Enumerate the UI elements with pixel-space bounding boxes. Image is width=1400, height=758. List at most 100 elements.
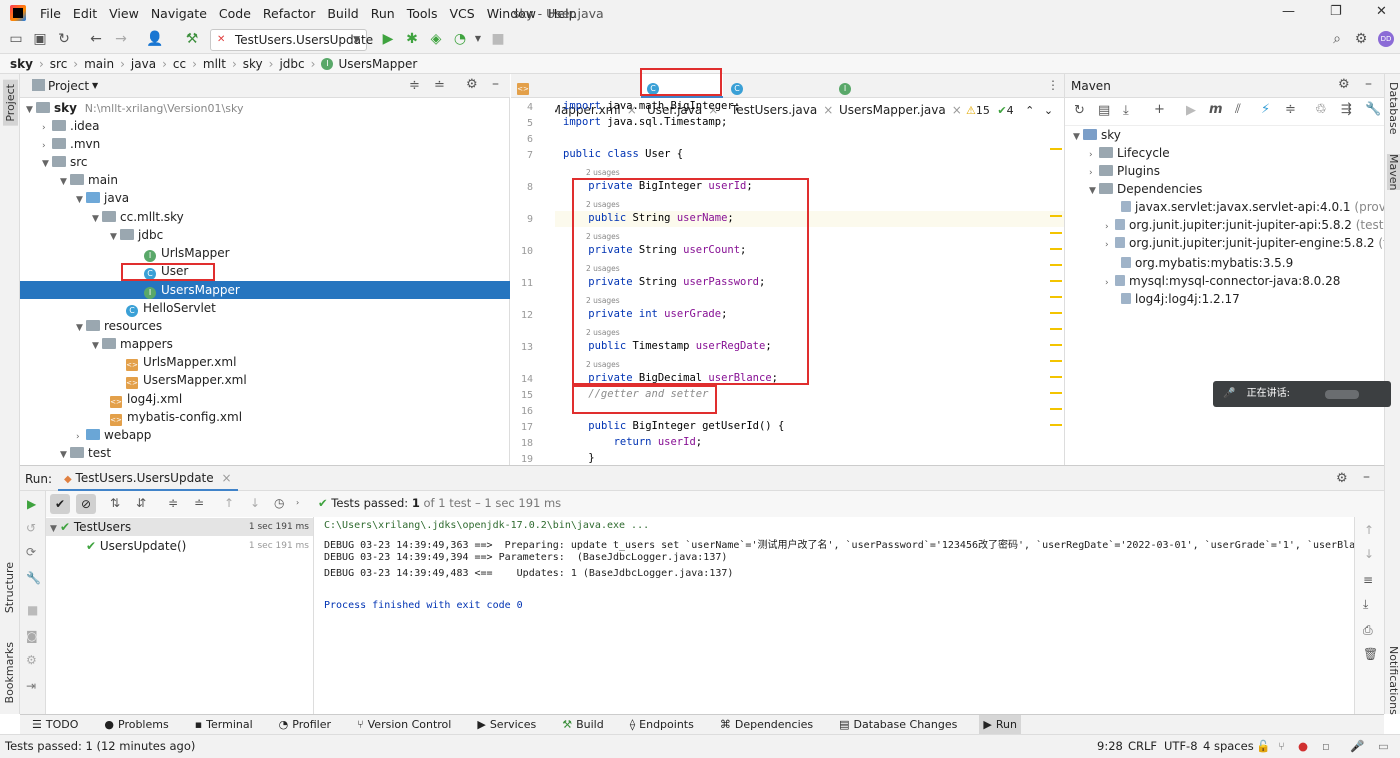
up-icon[interactable]: ↑: [1364, 523, 1374, 537]
breadcrumb-item[interactable]: UsersMapper: [338, 57, 417, 71]
back-icon[interactable]: ←: [88, 31, 104, 47]
git-icon[interactable]: ⑂: [1278, 735, 1285, 757]
camera-icon[interactable]: ◙: [26, 629, 38, 643]
warning-stripe[interactable]: [1050, 232, 1062, 234]
tree-item-helloservlet[interactable]: C HelloServlet: [20, 299, 510, 317]
warning-stripe[interactable]: [1050, 328, 1062, 330]
tree-item-mvn[interactable]: › .mvn: [20, 135, 510, 153]
close-icon[interactable]: ✕: [1376, 4, 1387, 19]
coverage-icon[interactable]: ◈: [428, 31, 444, 47]
trash-icon[interactable]: 🗑: [1363, 647, 1378, 661]
chevron-right-icon[interactable]: ›: [296, 498, 299, 507]
breadcrumb-item[interactable]: mllt: [203, 57, 226, 71]
menu-code[interactable]: Code: [213, 6, 257, 21]
notifications-tool-button[interactable]: Notifications: [1387, 646, 1400, 715]
reload-icon[interactable]: ↻: [1074, 103, 1085, 118]
test-case-row[interactable]: ✔ UsersUpdate() 1 sec 191 ms: [46, 537, 313, 555]
tab-build[interactable]: ⚒ Build: [558, 718, 608, 731]
gear-icon[interactable]: ⚙: [1336, 471, 1348, 486]
print-icon[interactable]: ⎙: [1363, 623, 1373, 638]
search-icon[interactable]: ⌕: [1329, 31, 1345, 47]
user-icon[interactable]: 👤: [146, 31, 163, 47]
tab-terminal[interactable]: ▪ Terminal: [191, 718, 257, 731]
tree-item-log4j-xml[interactable]: <> log4j.xml: [20, 390, 510, 408]
menu-view[interactable]: View: [103, 6, 145, 21]
console-output[interactable]: C:\Users\xrilang\.jdks\openjdk-17.0.2\bi…: [318, 517, 1354, 714]
maven-lifecycle[interactable]: › Lifecycle: [1065, 144, 1383, 162]
maven-dep-item[interactable]: › org.junit.jupiter:junit-jupiter-engine:…: [1065, 234, 1400, 252]
tab-testusers-java[interactable]: CTestUsers.java ×: [725, 74, 833, 117]
warning-stripe[interactable]: [1050, 296, 1062, 298]
history-icon[interactable]: ◷: [274, 496, 284, 510]
database-tool-button[interactable]: Database: [1387, 82, 1400, 135]
download-icon[interactable]: ⤓: [1123, 103, 1129, 118]
tree-item-resources[interactable]: ▼ resources: [20, 317, 510, 335]
tree-item-urlsmapper[interactable]: I UrlsMapper: [20, 244, 510, 262]
tree-item-user[interactable]: C User: [20, 262, 510, 280]
build-hammer-icon[interactable]: ⚒: [184, 31, 200, 47]
tab-profiler[interactable]: ◔ Profiler: [275, 718, 335, 731]
wrench-icon[interactable]: 🔧: [1365, 102, 1381, 117]
file-encoding[interactable]: UTF-8: [1164, 735, 1198, 757]
maven-dependencies[interactable]: ▼ Dependencies: [1065, 180, 1383, 198]
run-configuration-select[interactable]: ✕ TestUsers.UsersUpdate ▼: [210, 29, 373, 51]
tree-root[interactable]: ▼ sky N:\mllt-xrilang\Version01\sky: [20, 99, 510, 117]
maven-dep-item[interactable]: log4j:log4j:1.2.17: [1065, 290, 1383, 308]
run-icon[interactable]: ▶: [1186, 103, 1196, 118]
warning-stripe[interactable]: [1050, 360, 1062, 362]
menu-vcs[interactable]: VCS: [444, 6, 481, 21]
gear-icon[interactable]: ⚙: [1338, 77, 1350, 92]
soft-wrap-icon[interactable]: ≡: [1363, 573, 1373, 587]
analyze-icon[interactable]: ♲: [1315, 102, 1327, 117]
caret-position[interactable]: 9:28: [1097, 735, 1123, 757]
show-ignored-icon[interactable]: ⊘: [76, 494, 96, 514]
maximize-icon[interactable]: ❐: [1330, 4, 1342, 19]
show-passed-icon[interactable]: ✔: [50, 494, 70, 514]
warning-stripe[interactable]: [1050, 424, 1062, 426]
skip-tests-icon[interactable]: ⚡: [1261, 102, 1270, 117]
breadcrumb-item[interactable]: java: [131, 57, 156, 71]
tree-item-src[interactable]: ▼ src: [20, 153, 510, 171]
bookmarks-tool-button[interactable]: Bookmarks: [3, 642, 16, 703]
maven-dep-item[interactable]: › mysql:mysql-connector-java:8.0.28: [1065, 272, 1383, 290]
add-folder-icon[interactable]: ▤: [1098, 103, 1110, 118]
open-folder-icon[interactable]: ▭: [8, 31, 24, 47]
more-tabs-icon[interactable]: ⋮: [1047, 78, 1059, 92]
warning-stripe[interactable]: [1050, 215, 1062, 217]
profiler-icon[interactable]: ◔: [452, 31, 468, 47]
prev-highlight-icon[interactable]: ⌃: [1025, 104, 1034, 117]
stop-icon[interactable]: ■: [490, 31, 506, 47]
maven-tool-button[interactable]: Maven: [1387, 154, 1400, 191]
expand-all-icon[interactable]: ≑: [168, 496, 178, 510]
next-icon[interactable]: ↓: [250, 496, 260, 510]
tab-usersmapper-xml[interactable]: <>UsersMapper.xml ×: [511, 74, 639, 117]
toggle-offline-icon[interactable]: ⫽: [1235, 102, 1241, 117]
tree-item-urlsmapper-xml[interactable]: <> UrlsMapper.xml: [20, 353, 510, 371]
stop-icon[interactable]: ■: [27, 603, 38, 617]
tree-item-mappers[interactable]: ▼ mappers: [20, 335, 510, 353]
tab-usersmapper-java[interactable]: IUsersMapper.java ×: [833, 74, 962, 117]
settings-icon[interactable]: ⚙: [26, 653, 37, 667]
tab-version-control[interactable]: ⑂ Version Control: [353, 718, 455, 731]
more-run-chevron-icon[interactable]: ▼: [470, 31, 486, 47]
chevron-down-icon[interactable]: ▼: [92, 81, 98, 90]
tree-item-test[interactable]: ▼ test: [20, 444, 510, 462]
tab-dependencies[interactable]: ⌘ Dependencies: [716, 718, 817, 731]
tab-problems[interactable]: ● Problems: [100, 718, 172, 731]
down-icon[interactable]: ↓: [1364, 547, 1374, 561]
breadcrumb-item[interactable]: jdbc: [279, 57, 304, 71]
hide-panel-icon[interactable]: –: [1363, 469, 1370, 485]
tree-item-usersmapper[interactable]: I UsersMapper: [20, 281, 510, 299]
error-icon[interactable]: ●: [1298, 735, 1308, 757]
tree-item-webapp[interactable]: › webapp: [20, 426, 510, 444]
minimize-icon[interactable]: —: [1282, 4, 1295, 19]
tree-item-java[interactable]: ▼ java: [20, 189, 510, 207]
close-tab-icon[interactable]: ×: [221, 471, 231, 485]
rerun-icon[interactable]: ▶: [27, 497, 36, 511]
menu-navigate[interactable]: Navigate: [145, 6, 213, 21]
sort-alpha-icon[interactable]: ⇅: [110, 496, 120, 510]
warning-stripe[interactable]: [1050, 248, 1062, 250]
menu-tools[interactable]: Tools: [401, 6, 444, 21]
exit-icon[interactable]: ⇥: [26, 679, 36, 693]
settings-gear-icon[interactable]: ⚙: [1353, 31, 1369, 47]
